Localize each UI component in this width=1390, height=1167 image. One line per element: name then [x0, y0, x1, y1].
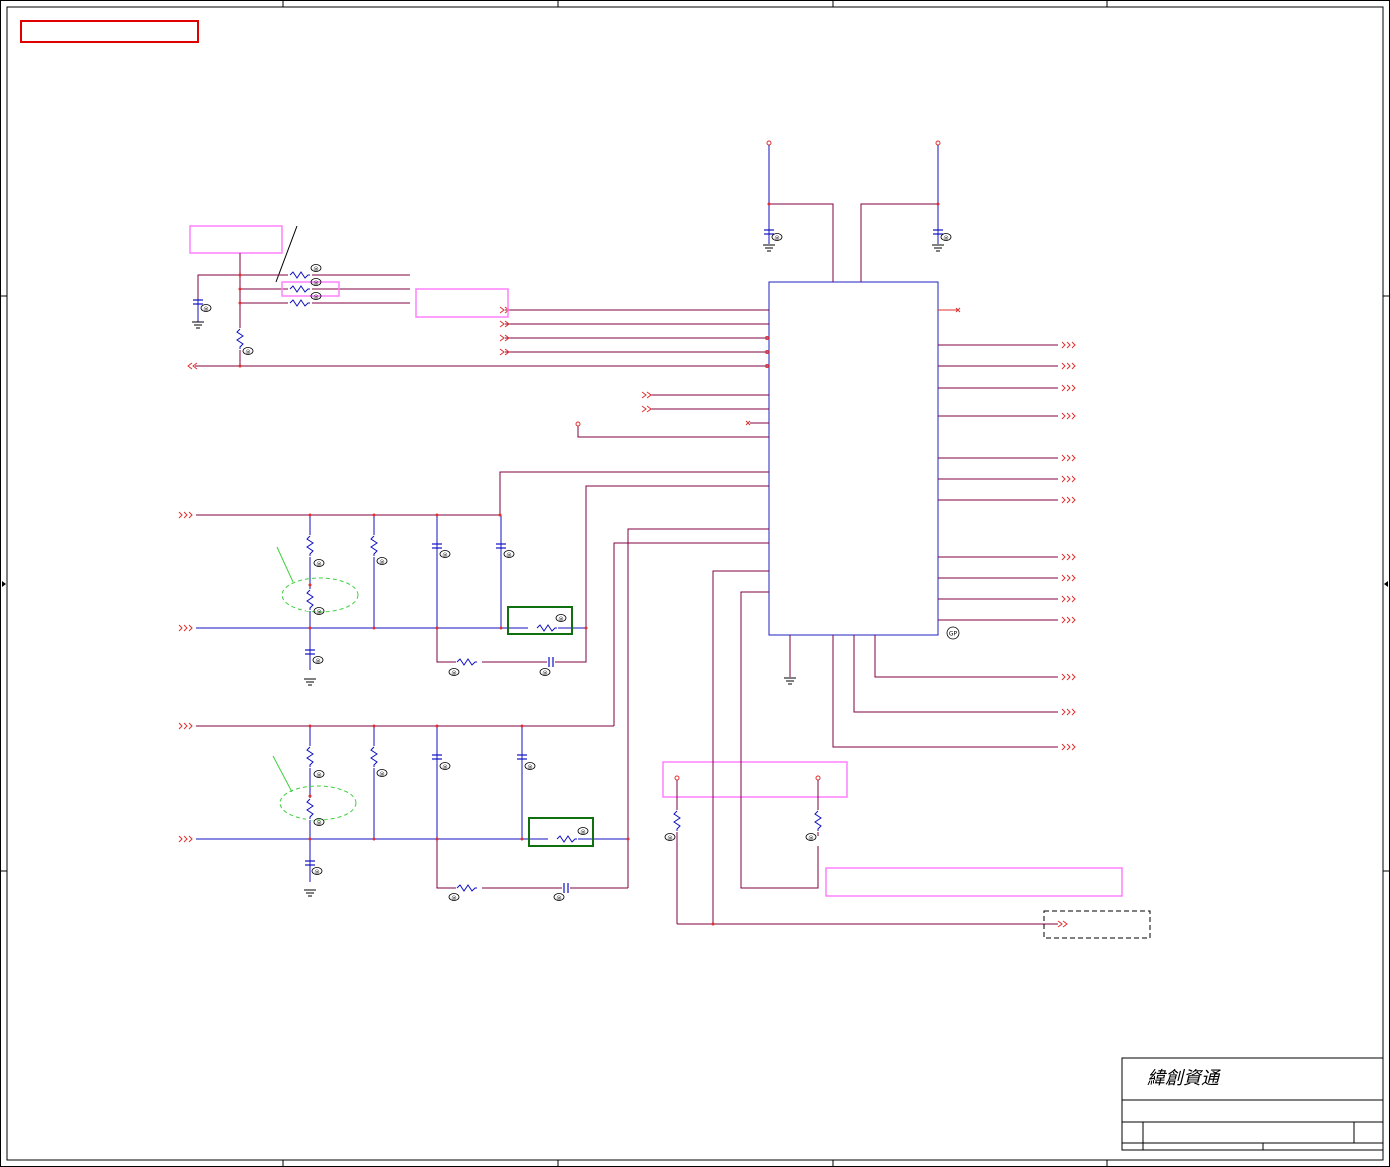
svg-text:GP: GP: [949, 631, 958, 638]
schematic-sheet: @: [0, 0, 1390, 1167]
title-block: 緯創資通: [1121, 1057, 1384, 1151]
signal-note-box: [415, 288, 509, 318]
ic-ref-badge: GP: [946, 626, 960, 640]
warning-note-box: [20, 20, 199, 43]
input-pair-1-components: [178, 511, 567, 686]
power-rail-right: [860, 140, 952, 282]
main-ic-body: [768, 281, 939, 636]
ic-left-inputs: [195, 309, 769, 438]
input-pair-2-components: [178, 722, 589, 902]
strap-resistors: [662, 570, 1151, 939]
power-rail-left: [762, 140, 834, 282]
ic-input-net-arrows: [187, 306, 769, 413]
ic-ground: [783, 635, 797, 685]
pullup-resistor-symbols: [191, 264, 322, 356]
input-pair-2: [196, 528, 769, 889]
company-name: 緯創資通: [1147, 1068, 1221, 1089]
input-pair-1: [196, 471, 769, 670]
pullup-resistor-network: [189, 225, 410, 368]
sheet-frame: [0, 0, 1390, 1167]
ic-right-outputs: [832, 307, 1058, 748]
ic-output-net-arrows: [1061, 341, 1076, 751]
